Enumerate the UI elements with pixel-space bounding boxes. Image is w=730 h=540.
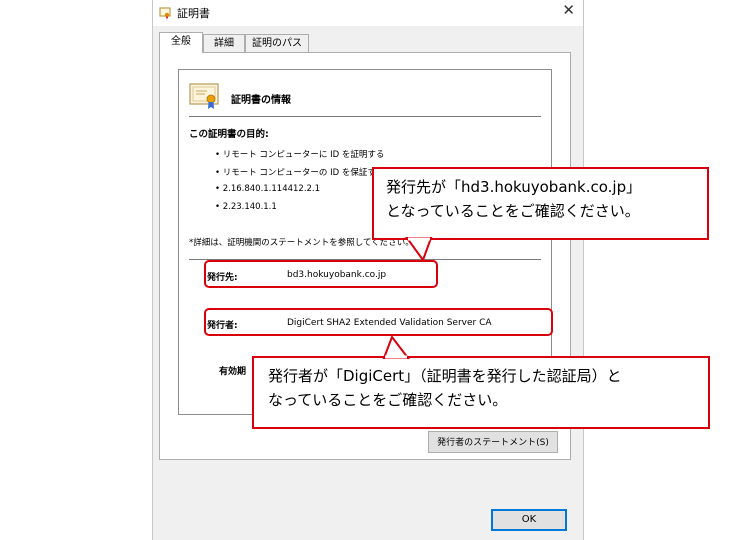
- divider: [189, 116, 541, 117]
- info-title: 証明書の情報: [231, 95, 291, 106]
- callout-text: 発行先が「hd3.hokuyobank.co.jp」: [386, 178, 642, 196]
- issuer-statement-button[interactable]: 発行者のステートメント(S): [428, 431, 558, 453]
- issued-to-highlight: [204, 260, 438, 288]
- purpose-item: • 2.16.840.1.114412.2.1: [215, 184, 321, 194]
- ok-button[interactable]: OK: [491, 509, 567, 531]
- validity-label: 有効期: [219, 367, 247, 377]
- callout-pointer: [382, 334, 411, 359]
- window-title: 証明書: [177, 7, 210, 20]
- callout-text: なっていることをご確認ください。: [268, 391, 508, 409]
- issued-to-callout: 発行先が「hd3.hokuyobank.co.jp」 となっていることをご確認く…: [372, 167, 709, 240]
- callout-text: となっていることをご確認ください。: [386, 202, 640, 220]
- purpose-item: • リモート コンピューターに ID を証明する: [215, 150, 385, 160]
- tab-general[interactable]: 全般: [159, 32, 203, 53]
- issued-by-highlight: [204, 308, 553, 336]
- purpose-label: この証明書の目的:: [189, 129, 269, 140]
- purpose-item: • 2.23.140.1.1: [215, 202, 277, 212]
- close-icon[interactable]: ✕: [562, 1, 575, 19]
- purpose-item: • リモート コンピューターの ID を保証する: [215, 168, 385, 178]
- title-bar: 証明書 ✕: [153, 0, 583, 26]
- tab-details[interactable]: 詳細: [203, 34, 245, 52]
- issued-by-callout: 発行者が「DigiCert」（証明書を発行した認証局）と なっていることをご確認…: [252, 356, 710, 429]
- callout-text: 発行者が「DigiCert」（証明書を発行した認証局）と: [268, 367, 622, 385]
- certificate-icon: [159, 7, 171, 19]
- tab-certification-path[interactable]: 証明のパス: [245, 34, 309, 52]
- certificate-icon: [189, 83, 219, 109]
- callout-pointer: [405, 237, 433, 263]
